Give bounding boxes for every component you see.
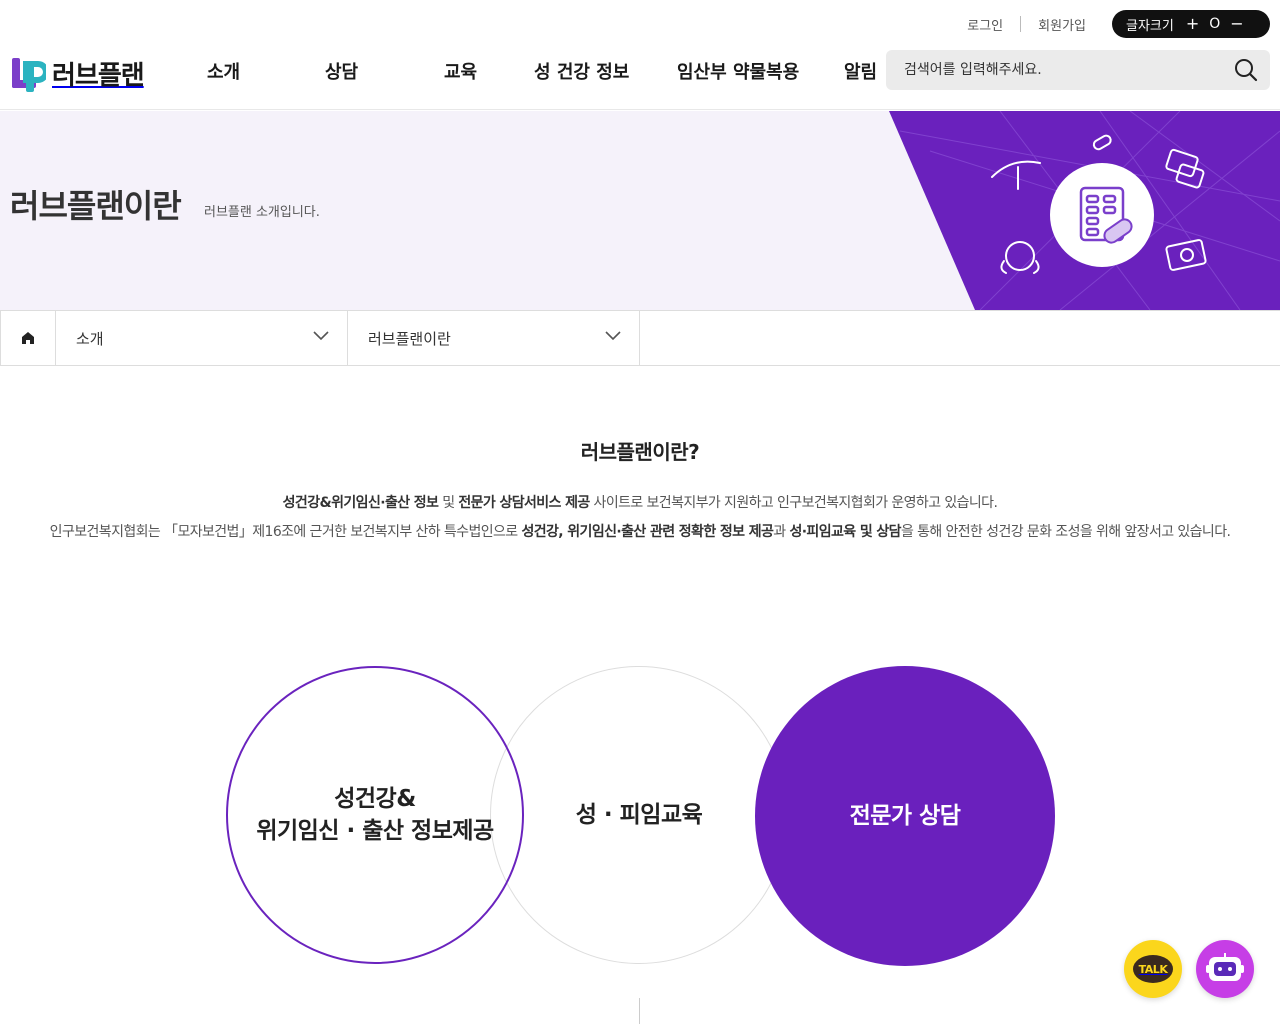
font-size-label: 글자크기 (1126, 18, 1174, 34)
font-size-plus-button[interactable]: + (1186, 16, 1199, 32)
chatbot-button[interactable] (1196, 940, 1254, 998)
nav-item-sexual-health[interactable]: 성 건강 정보 (534, 58, 629, 84)
font-size-minus-button[interactable]: − (1230, 16, 1243, 32)
header: 러브플랜 소개 상담 교육 성 건강 정보 임산부 약물복용 알림 (0, 40, 1280, 110)
section-title: 러브플랜이란? (580, 440, 700, 464)
intro-text: 인구보건복지협회는 「모자보건법」제16조에 근거한 보건복지부 산하 특수법인… (49, 524, 522, 540)
intro-text: 과 (773, 524, 790, 540)
intro-highlight: 성·피임교육 및 상담 (789, 524, 901, 540)
search-box (886, 50, 1270, 90)
login-link[interactable]: 로그인 (967, 15, 1003, 34)
breadcrumb: 소개 러브플랜이란 (0, 310, 1280, 366)
home-button[interactable] (0, 311, 56, 365)
font-size-control: 글자크기 + O − (1112, 10, 1270, 38)
intro-highlight: 전문가 상담서비스 제공 (458, 495, 590, 511)
search-icon[interactable] (1234, 58, 1258, 82)
chatbot-icon (1206, 953, 1244, 981)
intro-text: 을 통해 안전한 성건강 문화 조성을 위해 앞장서고 있습니다. (900, 524, 1231, 540)
circle-information-line2: 위기임신 · 출산 정보제공 (256, 818, 494, 844)
circle-counseling-label: 전문가 상담 (849, 803, 961, 829)
nav-item-intro[interactable]: 소개 (207, 58, 240, 84)
intro-text: 사이트로 보건복지부가 지원하고 인구보건복지협회가 운영하고 있습니다. (589, 495, 998, 511)
breadcrumb-depth1-select[interactable]: 소개 (56, 311, 348, 365)
pill-pack-icon (1050, 163, 1154, 267)
logo-text: 러브플랜 (52, 60, 145, 91)
page-title: 러브플랜이란 (10, 187, 182, 225)
connector-line (639, 998, 640, 1024)
kakao-talk-icon: TALK (1133, 955, 1173, 983)
sub-visual-banner: 러브플랜이란 러브플랜 소개입니다. (0, 111, 1280, 310)
search-input[interactable] (904, 50, 1224, 90)
page-subtitle: 러브플랜 소개입니다. (204, 205, 320, 220)
chevron-down-icon (605, 331, 621, 341)
divider (1020, 16, 1022, 32)
intro-text: 및 (438, 495, 459, 511)
nav-item-counsel[interactable]: 상담 (325, 58, 358, 84)
breadcrumb-depth1-label: 소개 (76, 329, 104, 348)
font-size-reset-button[interactable]: O (1209, 17, 1220, 31)
nav-item-education[interactable]: 교육 (444, 58, 477, 84)
circle-counseling: 전문가 상담 (755, 666, 1055, 966)
join-link[interactable]: 회원가입 (1038, 15, 1086, 34)
home-icon (22, 332, 34, 344)
circle-education-label: 성 · 피임교육 (575, 802, 703, 828)
site-logo[interactable]: 러브플랜 (12, 54, 145, 92)
utility-bar: 로그인 회원가입 글자크기 + O − (967, 10, 1270, 38)
nav-item-notice[interactable]: 알림 (844, 58, 877, 84)
intro-highlight: 성건강, 위기임신·출산 관련 정확한 정보 제공 (521, 524, 774, 540)
circle-information: 성건강& 위기임신 · 출산 정보제공 (226, 666, 524, 964)
nav-item-pregnancy-medication[interactable]: 임산부 약물복용 (677, 58, 799, 84)
breadcrumb-depth2-select[interactable]: 러브플랜이란 (348, 311, 640, 365)
kakao-talk-button[interactable]: TALK (1124, 940, 1182, 998)
circle-information-line1: 성건강& (334, 786, 416, 812)
circle-education: 성 · 피임교육 (490, 666, 788, 964)
chevron-down-icon (313, 331, 329, 341)
intro-highlight: 성건강&위기임신·출산 정보 (282, 495, 439, 511)
logo-mark-icon (12, 58, 46, 92)
intro-paragraph-1: 성건강&위기임신·출산 정보 및 전문가 상담서비스 제공 사이트로 보건복지부… (0, 492, 1280, 512)
breadcrumb-depth2-label: 러브플랜이란 (368, 329, 451, 348)
banner-illustration (889, 111, 1280, 310)
intro-paragraph-2: 인구보건복지협회는 「모자보건법」제16조에 근거한 보건복지부 산하 특수법인… (0, 521, 1280, 541)
kakao-talk-label: TALK (1138, 962, 1168, 976)
